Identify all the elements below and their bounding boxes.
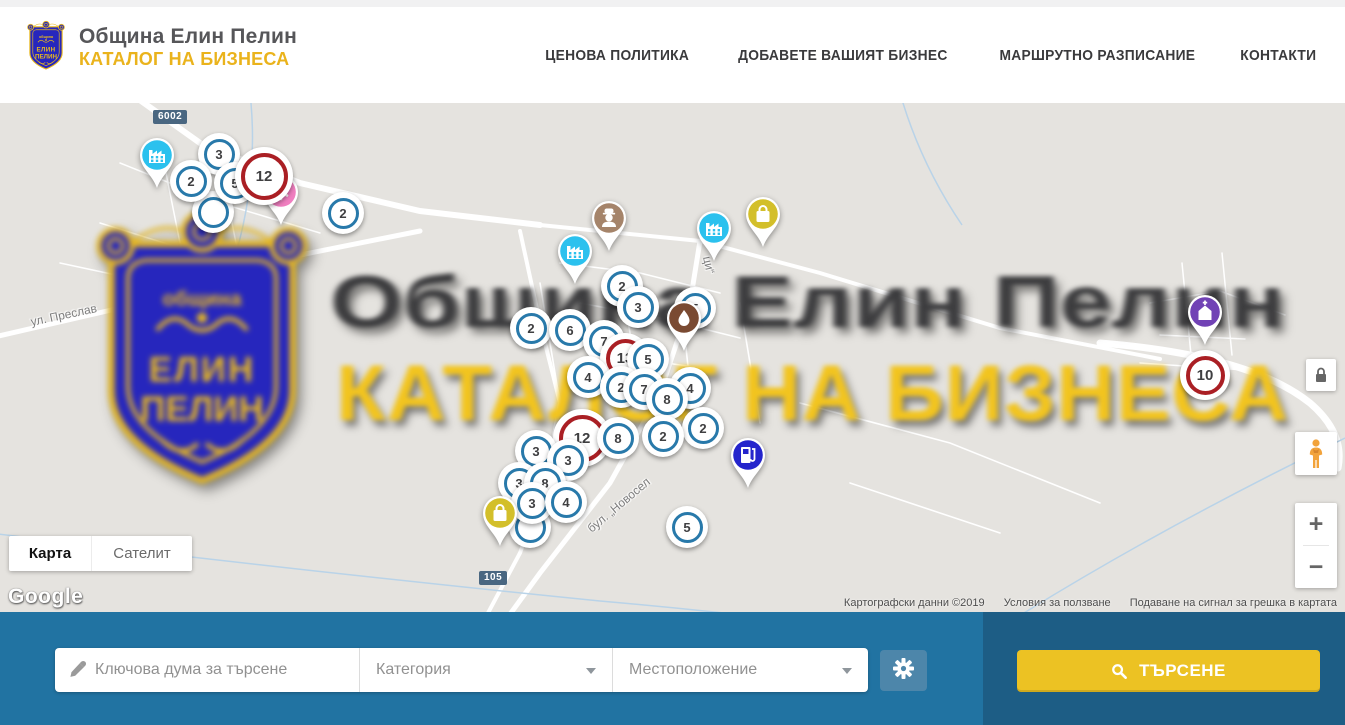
cluster-count: 4 [584,370,591,385]
road-shield: 105 [479,571,507,585]
nav-item-contacts[interactable]: КОНТАКТИ [1241,47,1317,64]
map-pin-flame[interactable] [660,295,708,353]
map-cluster[interactable]: 2 [642,415,684,457]
nav-item-timetable[interactable]: МАРШРУТНО РАЗПИСАНИЕ [999,47,1195,64]
cluster-count: 2 [339,206,346,221]
site-header: община ЕЛИН ПЕЛИН Община Елин Пелин КАТА… [0,7,1345,104]
cluster-count: 10 [1197,367,1214,384]
map-pin-fuel[interactable] [724,432,772,490]
cluster-count: 3 [532,444,539,459]
attribution-terms-link[interactable]: Условия за ползване [1004,597,1111,609]
cluster-count: 5 [644,352,651,367]
cluster-count: 3 [634,300,641,315]
location-select[interactable]: Местоположение [613,648,868,692]
map-cluster[interactable]: 2 [510,307,552,349]
search-icon [1111,663,1128,680]
cluster-count: 2 [527,321,534,336]
map-pin-factory[interactable] [551,228,599,286]
site-subtitle: КАТАЛОГ НА БИЗНЕСА [79,49,297,70]
google-logo[interactable]: Google [8,585,83,609]
cluster-count: 12 [256,168,273,185]
cluster-count: 8 [663,392,670,407]
cluster-count: 2 [187,174,194,189]
svg-text:ЕЛИН: ЕЛИН [37,46,56,53]
map-pin-factory[interactable] [133,132,181,190]
map-cluster[interactable]: 4 [545,481,587,523]
map-pin-bag[interactable] [739,191,787,249]
map-cluster[interactable]: 2 [682,407,724,449]
zoom-out-button[interactable]: − [1295,546,1337,588]
chevron-down-icon [842,668,852,674]
cluster-count: 3 [215,147,222,162]
road-shield: 6002 [153,110,187,124]
cluster-count: 8 [614,431,621,446]
cluster-count: 4 [562,495,569,510]
pencil-icon [67,660,87,685]
map-type-map-button[interactable]: Карта [9,536,91,571]
cluster-count: 2 [699,421,706,436]
search-fields-bar: Категория Местоположение [55,648,868,692]
cluster-count: 3 [528,496,535,511]
attribution-copyright: Картографски данни ©2019 [844,597,985,609]
cluster-count: 5 [683,520,690,535]
map-cluster[interactable]: 2 [322,192,364,234]
search-submit-button[interactable]: ТЪРСЕНЕ [1017,650,1320,692]
google-map[interactable]: 6002105 ул. Преславбул. „Новоселци“ 3251… [0,103,1345,612]
map-pin-factory[interactable] [690,205,738,263]
svg-text:ПЕЛИН: ПЕЛИН [35,53,57,60]
map-cluster[interactable]: 3 [617,286,659,328]
pegman-icon [1306,439,1326,469]
zoom-control: + − [1295,503,1337,588]
category-select-value: Категория [360,661,612,679]
nav-item-add-business[interactable]: ДОБАВЕТЕ ВАШИЯТ БИЗНЕС [738,47,947,64]
page-top-strip [0,0,1345,7]
svg-text:община: община [39,35,54,39]
map-cluster[interactable]: 5 [666,506,708,548]
site-logo[interactable]: община ЕЛИН ПЕЛИН Община Елин Пелин КАТА… [24,18,297,76]
search-button-label: ТЪРСЕНЕ [1139,661,1226,681]
map-type-control: Карта Сателит [9,536,192,571]
map-attribution: Картографски данни ©2019 Условия за полз… [844,597,1337,609]
advanced-settings-button[interactable] [880,650,927,691]
location-select-value: Местоположение [613,661,868,679]
main-nav: ЦЕНОВА ПОЛИТИКА ДОБАВЕТЕ ВАШИЯТ БИЗНЕС М… [539,7,1320,103]
keyword-field-wrap [55,648,360,692]
map-type-satellite-button[interactable]: Сателит [91,536,192,571]
cluster-count: 6 [566,323,573,338]
map-cluster[interactable]: 10 [1180,350,1230,400]
map-cluster[interactable]: 8 [597,417,639,459]
zoom-in-button[interactable]: + [1295,503,1337,545]
lock-icon [1313,366,1329,384]
map-cluster[interactable]: 12 [235,147,293,205]
attribution-report-link[interactable]: Подаване на сигнал за грешка в картата [1130,597,1337,609]
map-pin-bag[interactable] [476,490,524,548]
site-title: Община Елин Пелин [79,25,297,49]
cluster-count: 3 [564,453,571,468]
chevron-down-icon [586,668,596,674]
keyword-search-input[interactable] [55,648,359,692]
lock-button[interactable] [1306,359,1336,391]
map-cluster[interactable]: 8 [646,378,688,420]
pegman-button[interactable] [1295,432,1337,475]
search-panel: Категория Местоположение ТЪРСЕНЕ [0,612,1345,725]
nav-item-pricing[interactable]: ЦЕНОВА ПОЛИТИКА [545,47,689,64]
gear-icon [892,657,915,685]
municipality-emblem-icon: община ЕЛИН ПЕЛИН [24,18,68,76]
cluster-count: 2 [659,429,666,444]
category-select[interactable]: Категория [360,648,613,692]
map-pin-church[interactable] [1181,289,1229,347]
